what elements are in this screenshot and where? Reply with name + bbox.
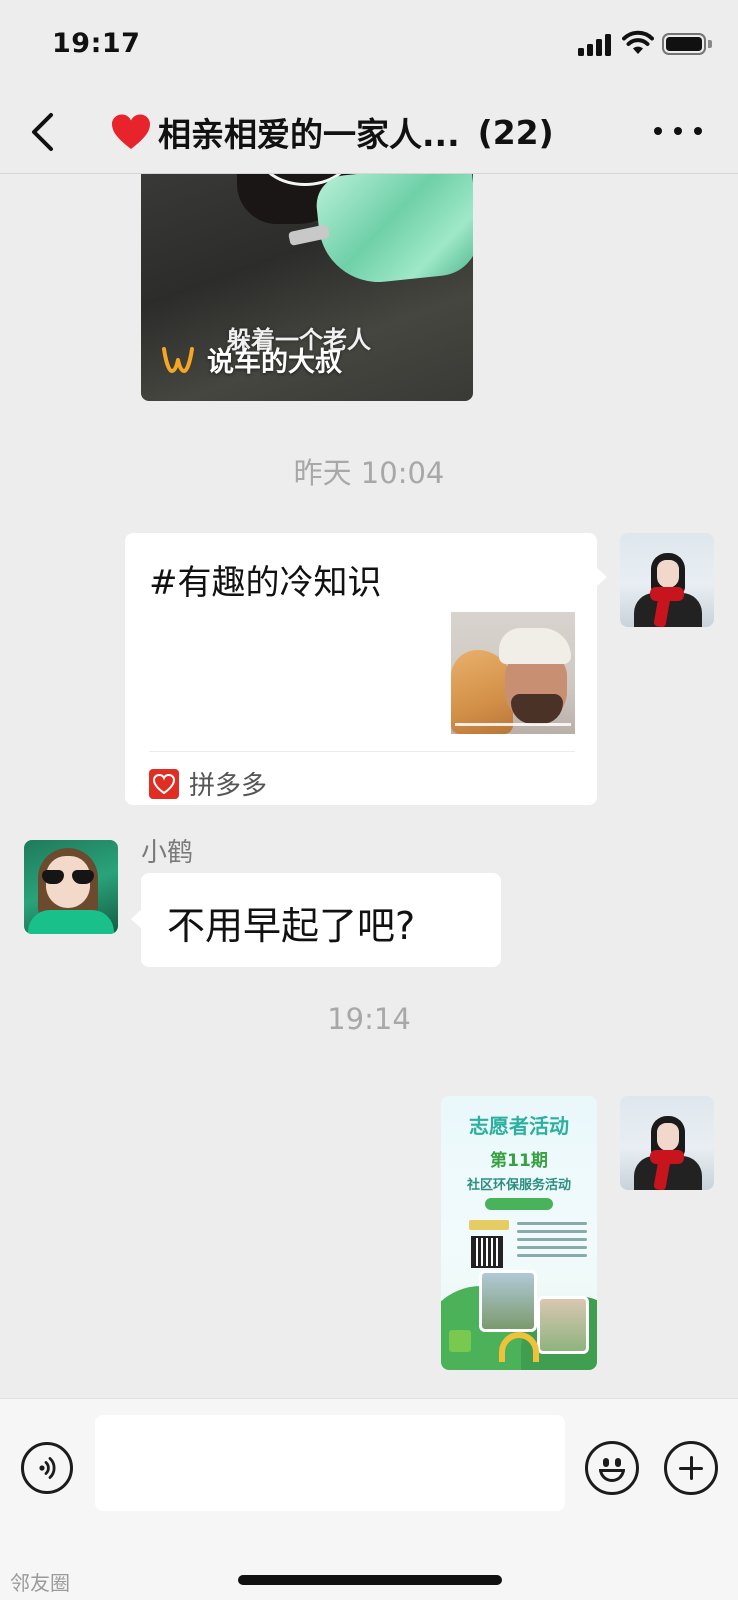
link-card-title: #有趣的冷知识 (149, 563, 382, 603)
status-time: 19:17 (52, 28, 141, 59)
chevron-left-icon (32, 113, 53, 151)
poster-badge (485, 1198, 553, 1210)
message-input[interactable] (95, 1415, 565, 1511)
home-indicator[interactable] (238, 1575, 502, 1585)
avatar[interactable] (24, 840, 118, 934)
sender-name: 小鹤 (141, 838, 194, 868)
member-count: (22) (477, 112, 554, 152)
channels-logo-icon (162, 346, 194, 373)
avatar[interactable] (620, 1096, 714, 1190)
video-message[interactable]: 躲着一个老人 说车的大叔 (141, 174, 473, 401)
emoji-button[interactable] (585, 1441, 639, 1495)
red-heart-icon (112, 114, 150, 149)
chat-title[interactable]: 相亲相爱的一家人... (22) (110, 108, 554, 156)
message-list[interactable]: 躲着一个老人 说车的大叔 昨天 10:04 #有趣的冷知识 拼多多 小鹤 不用早… (0, 174, 738, 1398)
plus-button[interactable] (664, 1441, 718, 1495)
wifi-icon (622, 30, 654, 54)
divider (149, 751, 575, 752)
avatar[interactable] (620, 533, 714, 627)
back-button[interactable] (20, 108, 64, 156)
more-button[interactable] (654, 116, 702, 146)
message-text: 不用早起了吧? (167, 904, 416, 948)
voice-button[interactable] (21, 1442, 73, 1494)
poster-subtitle: 社区环保服务活动 (466, 1178, 571, 1193)
input-bar: 邻友圈 (0, 1398, 738, 1600)
status-bar: 19:17 (0, 0, 738, 90)
chat-header: 相亲相爱的一家人... (22) (0, 90, 738, 174)
qr-code-icon (471, 1236, 503, 1268)
battery-icon (662, 33, 712, 55)
voice-icon (39, 1457, 56, 1479)
timestamp: 昨天 10:04 (293, 456, 445, 490)
watermark: 邻友圈 (10, 1571, 70, 1595)
link-card-message[interactable]: #有趣的冷知识 拼多多 (125, 533, 607, 805)
poster-issue: 第11期 (490, 1151, 548, 1171)
text-message[interactable]: 不用早起了吧? (131, 873, 501, 967)
link-card-source-name: 拼多多 (189, 771, 268, 801)
poster-title: 志愿者活动 (469, 1114, 569, 1138)
more-dots-icon (654, 127, 662, 135)
timestamp: 19:14 (327, 1002, 411, 1036)
video-channel: 说车的大叔 (161, 340, 342, 379)
image-message[interactable]: 志愿者活动 第11期 社区环保服务活动 (441, 1096, 597, 1370)
pinduoduo-icon (149, 768, 179, 799)
video-channel-name: 说车的大叔 (207, 347, 342, 378)
signal-icon (578, 32, 612, 56)
link-card-source: 拼多多 (149, 765, 267, 802)
link-card-thumbnail (451, 612, 575, 734)
chat-title-text: 相亲相爱的一家人... (158, 115, 460, 154)
